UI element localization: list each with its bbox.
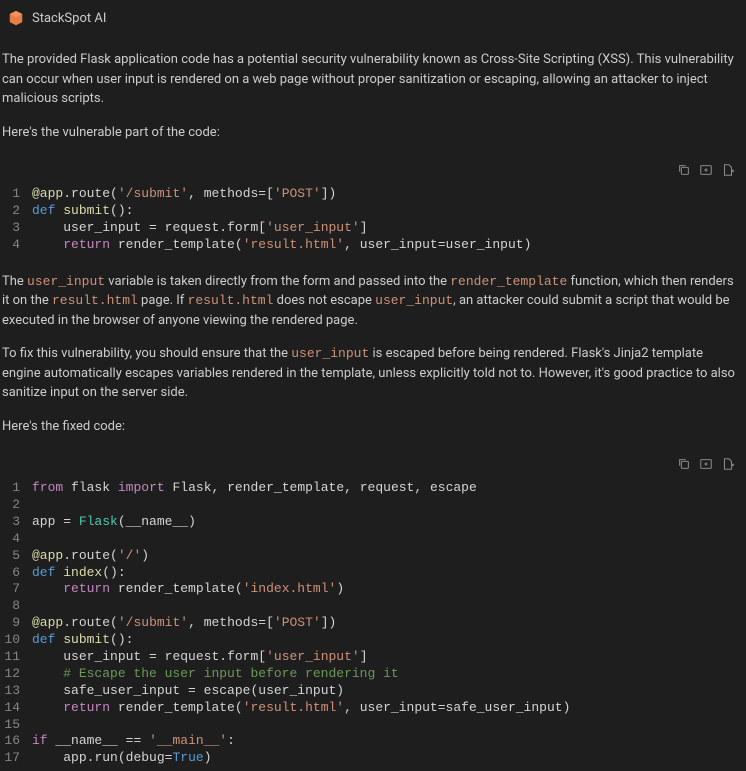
- code-line: 9@app.route('/submit', methods=['POST']): [2, 615, 744, 632]
- inline-code: result.html: [188, 293, 274, 308]
- explanation-paragraph-5: Here's the fixed code:: [2, 417, 744, 437]
- line-content: @app.route('/submit', methods=['POST']): [32, 186, 744, 203]
- copy-icon[interactable]: [676, 456, 692, 472]
- line-content: app.run(debug=True): [32, 750, 744, 767]
- line-number: 3: [2, 220, 32, 237]
- line-content: return render_template('result.html', us…: [32, 700, 744, 717]
- line-content: [32, 497, 744, 514]
- line-content: @app.route('/'): [32, 548, 744, 565]
- line-number: 3: [2, 514, 32, 531]
- code-line: 7 return render_template('index.html'): [2, 581, 744, 598]
- line-number: 4: [2, 237, 32, 254]
- line-number: 9: [2, 615, 32, 632]
- line-content: return render_template('result.html', us…: [32, 237, 744, 254]
- line-number: 13: [2, 683, 32, 700]
- header: StackSpot AI: [0, 0, 746, 36]
- new-file-icon[interactable]: [720, 456, 736, 472]
- code-line: 5@app.route('/'): [2, 548, 744, 565]
- text: To fix this vulnerability, you should en…: [2, 346, 291, 361]
- line-content: if __name__ == '__main__':: [32, 733, 744, 750]
- line-number: 4: [2, 531, 32, 548]
- line-number: 5: [2, 548, 32, 565]
- line-number: 7: [2, 581, 32, 598]
- code-line: 3 user_input = request.form['user_input'…: [2, 220, 744, 237]
- line-content: def submit():: [32, 632, 744, 649]
- code-line: 8: [2, 598, 744, 615]
- code-line: 16if __name__ == '__main__':: [2, 733, 744, 750]
- code-line: 1from flask import Flask, render_templat…: [2, 480, 744, 497]
- line-number: 1: [2, 480, 32, 497]
- code-toolbar: [2, 158, 744, 182]
- inline-code: user_input: [375, 293, 453, 308]
- line-number: 17: [2, 750, 32, 767]
- code-line: 4 return render_template('result.html', …: [2, 237, 744, 254]
- line-content: [32, 717, 744, 734]
- line-number: 2: [2, 497, 32, 514]
- line-number: 1: [2, 186, 32, 203]
- line-number: 16: [2, 733, 32, 750]
- code-line: 10def submit():: [2, 632, 744, 649]
- code-line: 13 safe_user_input = escape(user_input): [2, 683, 744, 700]
- line-number: 2: [2, 203, 32, 220]
- line-content: return render_template('index.html'): [32, 581, 744, 598]
- code-line: 12 # Escape the user input before render…: [2, 666, 744, 683]
- code-content-1: 1@app.route('/submit', methods=['POST'])…: [2, 182, 744, 258]
- insert-icon[interactable]: [698, 162, 714, 178]
- text: page. If: [138, 293, 188, 308]
- line-content: def submit():: [32, 203, 744, 220]
- code-line: 17 app.run(debug=True): [2, 750, 744, 767]
- inline-code: user_input: [291, 346, 369, 361]
- line-number: 15: [2, 717, 32, 734]
- text: does not escape: [273, 293, 375, 308]
- code-line: 2def submit():: [2, 203, 744, 220]
- insert-icon[interactable]: [698, 456, 714, 472]
- line-number: 6: [2, 565, 32, 582]
- line-content: user_input = request.form['user_input']: [32, 220, 744, 237]
- code-line: 1@app.route('/submit', methods=['POST']): [2, 186, 744, 203]
- line-content: user_input = request.form['user_input']: [32, 649, 744, 666]
- inline-code: user_input: [27, 274, 105, 289]
- code-block-2: 1from flask import Flask, render_templat…: [2, 452, 744, 771]
- inline-code: render_template: [450, 274, 567, 289]
- line-content: app = Flask(__name__): [32, 514, 744, 531]
- explanation-paragraph-2: Here's the vulnerable part of the code:: [2, 123, 744, 143]
- code-line: 2: [2, 497, 744, 514]
- code-line: 4: [2, 531, 744, 548]
- new-file-icon[interactable]: [720, 162, 736, 178]
- inline-code: result.html: [52, 293, 138, 308]
- line-content: from flask import Flask, render_template…: [32, 480, 744, 497]
- explanation-paragraph-1: The provided Flask application code has …: [2, 50, 744, 109]
- explanation-paragraph-4: To fix this vulnerability, you should en…: [2, 344, 744, 403]
- line-number: 11: [2, 649, 32, 666]
- code-line: 6def index():: [2, 565, 744, 582]
- code-line: 11 user_input = request.form['user_input…: [2, 649, 744, 666]
- copy-icon[interactable]: [676, 162, 692, 178]
- line-content: @app.route('/submit', methods=['POST']): [32, 615, 744, 632]
- text: variable is taken directly from the form…: [105, 274, 450, 289]
- stackspot-logo-icon: [8, 10, 24, 26]
- line-number: 12: [2, 666, 32, 683]
- line-number: 14: [2, 700, 32, 717]
- code-toolbar: [2, 452, 744, 476]
- line-content: # Escape the user input before rendering…: [32, 666, 744, 683]
- app-title: StackSpot AI: [32, 11, 106, 26]
- line-content: [32, 598, 744, 615]
- code-block-1: 1@app.route('/submit', methods=['POST'])…: [2, 158, 744, 258]
- line-content: def index():: [32, 565, 744, 582]
- explanation-paragraph-3: The user_input variable is taken directl…: [2, 272, 744, 331]
- code-line: 3app = Flask(__name__): [2, 514, 744, 531]
- line-number: 10: [2, 632, 32, 649]
- line-content: safe_user_input = escape(user_input): [32, 683, 744, 700]
- code-line: 15: [2, 717, 744, 734]
- line-content: [32, 531, 744, 548]
- code-line: 14 return render_template('result.html',…: [2, 700, 744, 717]
- line-number: 8: [2, 598, 32, 615]
- text: The: [2, 274, 27, 289]
- code-content-2: 1from flask import Flask, render_templat…: [2, 476, 744, 771]
